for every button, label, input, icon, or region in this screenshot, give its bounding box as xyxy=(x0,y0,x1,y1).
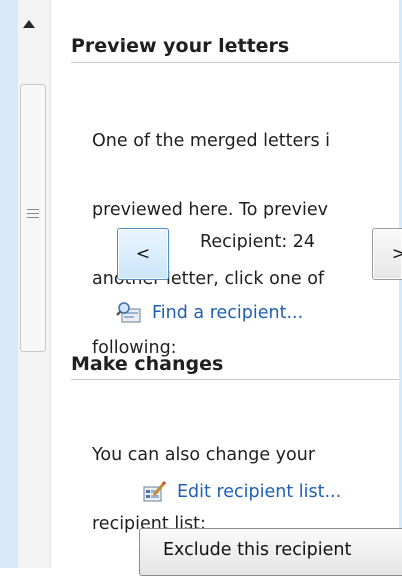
find-recipient-row[interactable]: Find a recipient... xyxy=(116,300,399,326)
scroll-thumb[interactable] xyxy=(20,84,46,352)
vertical-scrollbar[interactable] xyxy=(18,0,51,568)
preview-description-line: One of the merged letters i xyxy=(92,131,331,151)
window-edge-left xyxy=(0,0,18,568)
section-divider-changes xyxy=(71,379,399,380)
grip-icon xyxy=(27,209,39,219)
triangle-up-icon xyxy=(23,20,35,28)
previous-recipient-button[interactable]: < xyxy=(117,228,169,280)
find-recipient-icon xyxy=(116,302,141,323)
section-title-changes: Make changes xyxy=(71,353,224,375)
changes-description-line: You can also change your xyxy=(92,445,316,465)
preview-description-line: previewed here. To previev xyxy=(92,200,328,220)
edit-recipient-list-row[interactable]: Edit recipient list... xyxy=(141,479,399,505)
edit-list-icon xyxy=(143,480,167,502)
next-recipient-button[interactable]: > xyxy=(372,228,402,280)
recipient-number: Recipient: 24 xyxy=(200,232,316,252)
next-recipient-button-label: > xyxy=(392,244,402,264)
mail-merge-pane: Preview your letters One of the merged l… xyxy=(0,0,402,576)
edit-recipient-list-link[interactable]: Edit recipient list... xyxy=(177,482,341,502)
scroll-up-button[interactable] xyxy=(18,0,50,70)
exclude-recipient-button[interactable]: Exclude this recipient xyxy=(139,528,402,576)
section-title-preview: Preview your letters xyxy=(71,35,290,57)
section-divider-preview xyxy=(71,62,399,63)
find-recipient-link[interactable]: Find a recipient... xyxy=(152,303,303,323)
